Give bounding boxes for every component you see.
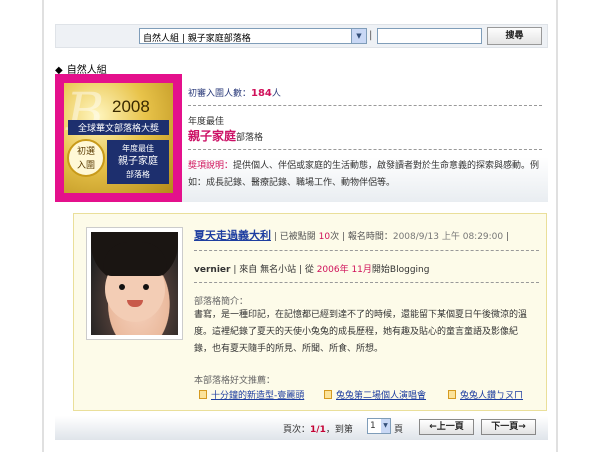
blog-avatar-photo[interactable]: [86, 227, 183, 340]
pagination-status: 頁次：1/1，到第: [283, 422, 353, 435]
category-select[interactable]: 自然人組 | 親子家庭部落格 ▼: [139, 28, 367, 44]
chevron-down-icon[interactable]: ▼: [381, 419, 390, 433]
award-badge-image: B 2008 全球華文部落格大獎 初選 入圍 年度最佳 親子家庭 部落格: [64, 83, 173, 193]
award-category-bold: 親子家庭: [188, 129, 237, 143]
page-frame-right: [556, 0, 558, 452]
entry-title-line: 夏天走過義大利 | 已被點閱 10次 | 報名時間：2008/9/13 上午 0…: [194, 227, 509, 243]
award-seal-line1: 初選: [76, 147, 95, 157]
avatar: [91, 232, 178, 335]
avatar-eye: [143, 284, 149, 290]
pagination-label: 頁次：: [283, 425, 311, 435]
divider: [188, 149, 542, 150]
page-unit-label: 頁: [394, 425, 404, 435]
chevron-down-icon[interactable]: ▼: [351, 29, 366, 43]
award-plate-line1: 年度最佳: [122, 144, 154, 153]
intro-text: 書寫，是一種印記，在記憶都已經到達不了的時候，還能留下某個夏日午後微涼的溫度。這…: [194, 310, 528, 354]
recommendations-label: 本部落格好文推薦：: [194, 376, 276, 386]
entries-label: 初審入圍人數：: [188, 89, 252, 99]
search-input[interactable]: [377, 28, 482, 44]
award-badge-subtitle: 全球華文部落格大獎: [68, 120, 169, 135]
next-page-button[interactable]: 下一頁→: [481, 419, 536, 435]
start-year: 2006年: [316, 265, 349, 275]
pagination-bar: 頁次：1/1，到第 1 ▼ 頁 ←上一頁 下一頁→: [55, 416, 548, 440]
blog-title-link[interactable]: 夏天走過義大利: [194, 229, 271, 242]
divider: [188, 105, 542, 106]
category-select-value: 自然人組 | 親子家庭部落格: [143, 34, 251, 44]
clicks-suffix: 次 | 報名時間：: [330, 232, 393, 242]
entry-meta-line: vernier | 來自 無名小站 | 從 2006年 11月開始Bloggin…: [194, 262, 429, 275]
recommendation-text[interactable]: 十分鐘的新造型-壹麗頭: [211, 391, 304, 401]
document-icon: [448, 390, 456, 399]
award-description: 獎項說明：提供個人、伴侶或家庭的生活動態，啟發讀者對於生命意義的探索與感動。例如…: [188, 158, 548, 192]
award-badge-frame: B 2008 全球華文部落格大獎 初選 入圍 年度最佳 親子家庭 部落格: [55, 74, 182, 202]
pagination-current: 1/1: [310, 425, 326, 435]
recommendation-link[interactable]: 兔兔人鑽ㄅㄡㄇ: [448, 388, 523, 401]
award-plate-line2: 親子家庭: [118, 156, 158, 167]
divider: [194, 250, 539, 251]
avatar-bangs: [103, 242, 167, 276]
page-select[interactable]: 1 ▼: [367, 418, 391, 434]
clicks-prefix: | 已被點閱: [271, 232, 319, 242]
award-plate: 年度最佳 親子家庭 部落格: [107, 140, 169, 184]
start-suffix: 開始Blogging: [371, 265, 430, 275]
publish-time: 2008/9/13 上午 08:29:00: [392, 232, 504, 242]
award-seal: 初選 入圍: [67, 139, 105, 177]
entry-source: | 來自 無名小站 | 從: [230, 265, 317, 275]
award-seal-line2: 入圍: [76, 161, 95, 171]
intro-label: 部落格簡介：: [194, 297, 249, 307]
award-description-label: 獎項說明：: [188, 161, 234, 171]
year-best-label: 年度最佳: [188, 117, 225, 127]
award-description-text: 提供個人、伴侶或家庭的生活動態，啟發讀者對於生命意義的探索與感動。例如：成長記錄…: [188, 161, 540, 188]
avatar-eye: [119, 284, 125, 290]
recommendation-text[interactable]: 兔兔第二場個人演唱會: [336, 391, 426, 401]
award-plate-line3: 部落格: [126, 170, 150, 179]
page-select-value: 1: [370, 421, 376, 431]
search-bar: 自然人組 | 親子家庭部落格 ▼ | 搜尋: [55, 24, 548, 48]
recommendation-text[interactable]: 兔兔人鑽ㄅㄡㄇ: [460, 391, 523, 401]
entries-count: 184: [251, 88, 272, 99]
entries-count-line: 初審入圍人數：184人: [188, 86, 281, 99]
prev-page-button[interactable]: ←上一頁: [419, 419, 474, 435]
award-category: 親子家庭部落格: [188, 127, 263, 144]
search-button[interactable]: 搜尋: [487, 27, 542, 45]
award-panel: B 2008 全球華文部落格大獎 初選 入圍 年度最佳 親子家庭 部落格 初審入…: [55, 74, 548, 202]
clicks-count: 10: [318, 232, 331, 242]
blog-entry-card: 夏天走過義大利 | 已被點閱 10次 | 報名時間：2008/9/13 上午 0…: [73, 213, 547, 411]
document-icon: [199, 390, 207, 399]
author-name: vernier: [194, 265, 231, 275]
award-badge-year: 2008: [112, 97, 150, 116]
page-frame-left: [42, 0, 44, 452]
recommendation-link[interactable]: 兔兔第二場個人演唱會: [324, 388, 426, 401]
search-separator: |: [369, 30, 373, 41]
divider: [194, 282, 539, 283]
document-icon: [324, 390, 332, 399]
pagination-goto-label: ，到第: [325, 425, 353, 435]
recommendation-link[interactable]: 十分鐘的新造型-壹麗頭: [199, 388, 304, 401]
award-category-suffix: 部落格: [236, 133, 264, 143]
entries-unit: 人: [271, 89, 281, 99]
title-line-end: |: [503, 232, 510, 242]
start-month: 11月: [348, 265, 372, 275]
